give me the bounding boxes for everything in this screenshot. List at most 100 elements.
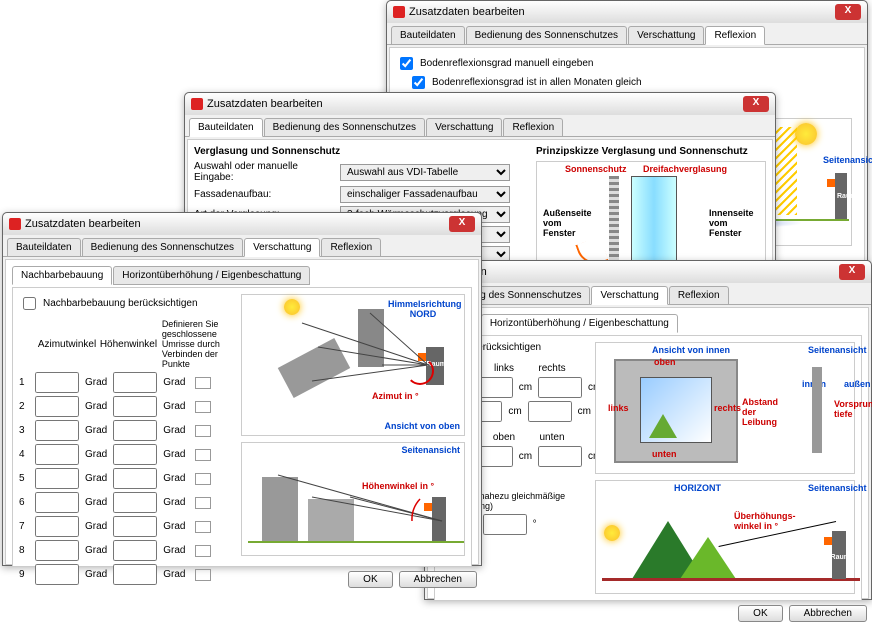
chk-nachbar[interactable]: Nachbarbebauung berücksichtigen xyxy=(19,294,235,313)
link-toggle-3[interactable] xyxy=(195,425,211,437)
input-hw-2[interactable] xyxy=(113,396,157,417)
link-toggle-1[interactable] xyxy=(195,377,211,389)
titlebar[interactable]: Zusatzdaten bearbeiten X xyxy=(3,213,481,235)
tab-reflexion[interactable]: Reflexion xyxy=(503,118,563,136)
label-azimut: Azimutwinkel xyxy=(38,339,94,350)
dialog-body: NachbarbebauungHorizontüberhöhung / Eige… xyxy=(5,259,479,565)
input-hw-4[interactable] xyxy=(113,444,157,465)
link-toggle-7[interactable] xyxy=(195,521,211,533)
subtab-horizont[interactable]: Horizontüberhöhung / Eigenbeschattung xyxy=(113,266,310,285)
input-rechts[interactable] xyxy=(538,377,582,398)
ok-button[interactable]: OK xyxy=(348,571,392,588)
subtab-nachbar[interactable]: Nachbarbebauung xyxy=(12,266,112,285)
input-unten[interactable] xyxy=(538,446,582,467)
close-icon[interactable]: X xyxy=(835,4,861,20)
close-icon[interactable]: X xyxy=(839,264,865,280)
tabs: Bauteildaten Bedienung des Sonnenschutze… xyxy=(185,115,775,137)
tab-verschattung[interactable]: Verschattung xyxy=(426,118,502,136)
input-hw-1[interactable] xyxy=(113,372,157,393)
tab-bauteildaten[interactable]: Bauteildaten xyxy=(391,26,465,44)
link-toggle-4[interactable] xyxy=(195,449,211,461)
label-prinzip: Prinzipskizze Verglasung und Sonnenschut… xyxy=(536,146,766,157)
diagram-azimut: Himmelsrichtung NORD Raum Azimut in ° An… xyxy=(241,294,465,436)
sun-icon xyxy=(604,525,620,541)
tabs: Bedienung des Sonnenschutzes Verschattun… xyxy=(425,283,871,305)
window-icon xyxy=(640,377,712,443)
chk-allmonths[interactable]: Bodenreflexionsgrad ist in allen Monaten… xyxy=(408,73,858,92)
app-icon xyxy=(9,218,21,230)
section-title: Verglasung und Sonnenschutz xyxy=(194,146,528,157)
input-hw-5[interactable] xyxy=(113,468,157,489)
tab-bedienung[interactable]: Bedienung des Sonnenschutzes xyxy=(466,26,627,44)
dialog-body: auungHorizontüberhöhung / Eigenbeschattu… xyxy=(427,307,869,599)
lines-icon xyxy=(242,295,464,435)
link-toggle-6[interactable] xyxy=(195,497,211,509)
label-side: Seitenansicht xyxy=(823,155,872,165)
sun-icon xyxy=(795,123,817,145)
input-hw-6[interactable] xyxy=(113,492,157,513)
input-az-6[interactable] xyxy=(35,492,79,513)
select-auswahl[interactable]: Auswahl aus VDI-Tabelle xyxy=(340,164,510,181)
window-title: Zusatzdaten bearbeiten xyxy=(25,218,141,230)
section-icon xyxy=(812,367,822,453)
titlebar[interactable]: Zusatzdaten bearbeiten X xyxy=(387,1,867,23)
input-hw-7[interactable] xyxy=(113,516,157,537)
input-winkel[interactable] xyxy=(483,514,527,535)
tab-verschattung[interactable]: Verschattung xyxy=(628,26,704,44)
label-definieren: Definieren Sie geschlossene Umrisse durc… xyxy=(162,319,235,369)
dialog-eigenbeschattung: arbeitenX Bedienung des Sonnenschutzes V… xyxy=(424,260,872,600)
subtab-horizont[interactable]: Horizontüberhöhung / Eigenbeschattung xyxy=(481,314,678,333)
app-icon xyxy=(393,6,405,18)
input-az-9[interactable] xyxy=(35,564,79,585)
input-az-5[interactable] xyxy=(35,468,79,489)
ok-button[interactable]: OK xyxy=(738,605,782,622)
link-toggle-9[interactable] xyxy=(195,569,211,581)
select-fassade[interactable]: einschaliger Fassadenaufbau xyxy=(340,186,510,203)
tab-verschattung[interactable]: Verschattung xyxy=(591,286,667,305)
input-az-7[interactable] xyxy=(35,516,79,537)
label-hohen: Höhenwinkel xyxy=(100,339,156,350)
input-az-2[interactable] xyxy=(35,396,79,417)
titlebar[interactable]: arbeitenX xyxy=(425,261,871,283)
label-auswahl: Auswahl oder manuelle Eingabe: xyxy=(194,161,334,183)
tab-verschattung[interactable]: Verschattung xyxy=(244,238,320,257)
diagram-prinzip: Sonnenschutz Dreifachverglasung Außensei… xyxy=(536,161,766,275)
input-hw-3[interactable] xyxy=(113,420,157,441)
window-title: Zusatzdaten bearbeiten xyxy=(409,6,525,18)
tab-bauteildaten[interactable]: Bauteildaten xyxy=(7,238,81,256)
tabs: Bauteildaten Bedienung des Sonnenschutze… xyxy=(387,23,867,45)
ground-icon xyxy=(602,578,860,581)
window-title: Zusatzdaten bearbeiten xyxy=(207,98,323,110)
label-fassade: Fassadenaufbau: xyxy=(194,189,334,200)
tabs: Bauteildaten Bedienung des Sonnenschutze… xyxy=(3,235,481,257)
diagram-hohen: Seitenansicht Höhenwinkel in ° xyxy=(241,442,465,556)
tab-reflexion[interactable]: Reflexion xyxy=(321,238,381,256)
input-rechts2[interactable] xyxy=(528,401,572,422)
tab-reflexion[interactable]: Reflexion xyxy=(669,286,729,304)
titlebar[interactable]: Zusatzdaten bearbeiten X xyxy=(185,93,775,115)
diagram-horizont: HORIZONT Seitenansicht Raum Überhöhungs-… xyxy=(595,480,855,594)
glazing-icon xyxy=(631,176,677,262)
link-toggle-5[interactable] xyxy=(195,473,211,485)
tab-bedienung[interactable]: Bedienung des Sonnenschutzes xyxy=(264,118,425,136)
cancel-button[interactable]: Abbrechen xyxy=(399,571,477,588)
input-az-4[interactable] xyxy=(35,444,79,465)
close-icon[interactable]: X xyxy=(449,216,475,232)
input-az-1[interactable] xyxy=(35,372,79,393)
link-toggle-2[interactable] xyxy=(195,401,211,413)
diagram-leibung: Ansicht von innen Seitenansicht oben unt… xyxy=(595,342,855,474)
close-icon[interactable]: X xyxy=(743,96,769,112)
dialog-nachbarbebauung: Zusatzdaten bearbeiten X Bauteildaten Bed… xyxy=(2,212,482,566)
link-toggle-8[interactable] xyxy=(195,545,211,557)
tab-bauteildaten[interactable]: Bauteildaten xyxy=(189,118,263,137)
input-hw-8[interactable] xyxy=(113,540,157,561)
cancel-button[interactable]: Abbrechen xyxy=(789,605,867,622)
tab-bedienung[interactable]: Bedienung des Sonnenschutzes xyxy=(82,238,243,256)
lines2-icon xyxy=(242,443,464,555)
input-az-3[interactable] xyxy=(35,420,79,441)
blind-icon xyxy=(609,176,619,260)
input-hw-9[interactable] xyxy=(113,564,157,585)
chk-manual[interactable]: Bodenreflexionsgrad manuell eingeben xyxy=(396,54,858,73)
tab-reflexion[interactable]: Reflexion xyxy=(705,26,765,45)
input-az-8[interactable] xyxy=(35,540,79,561)
